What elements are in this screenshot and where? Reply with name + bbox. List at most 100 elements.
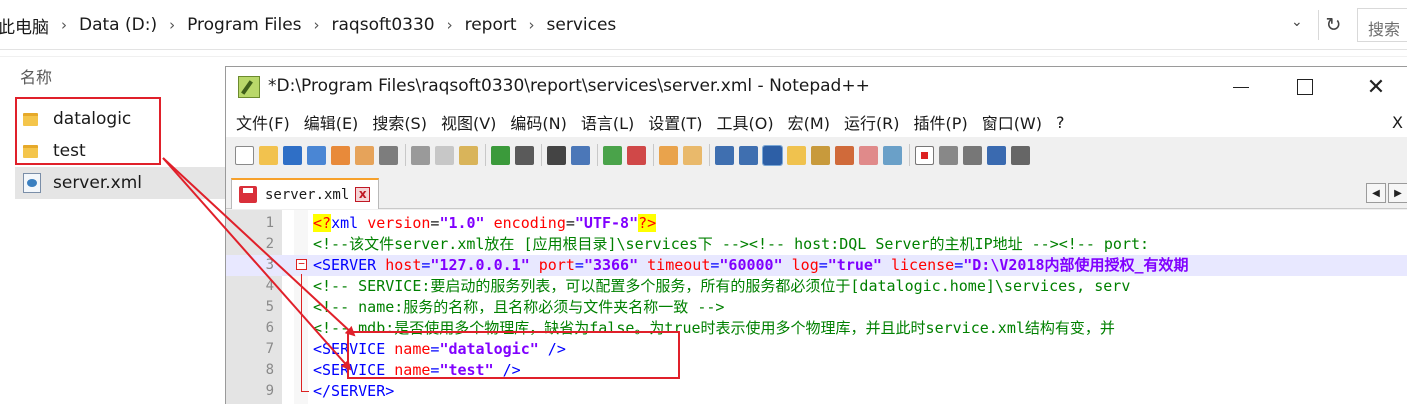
indent-guide-icon[interactable] [762, 144, 783, 166]
code-token: "3366" [583, 256, 639, 274]
menu-item[interactable]: 视图(V) [441, 110, 496, 134]
code-text: <!-- name:服务的名称，且名称必须与文件夹名称一致 --> [313, 297, 724, 318]
code-token: = [565, 214, 575, 232]
save-icon[interactable] [283, 145, 302, 165]
code-token: license [891, 256, 955, 274]
line-number: 4 [265, 278, 274, 294]
open-file-icon[interactable] [259, 145, 278, 165]
code-line[interactable]: 5 <!-- name:服务的名称，且名称必须与文件夹名称一致 --> [226, 297, 1407, 318]
menu-item[interactable]: 设置(T) [648, 110, 702, 134]
breadcrumb[interactable]: 此电脑 › Data (D:) › Program Files › raqsoft0330 ›… [0, 13, 623, 38]
fold-toggle-icon[interactable]: − [296, 258, 307, 270]
find-icon[interactable] [547, 145, 566, 165]
search-input[interactable]: 搜索 [1357, 8, 1407, 42]
record-macro-icon[interactable] [915, 145, 934, 165]
code-line[interactable]: 1 <?xml version="1.0" encoding="UTF-8"?> [226, 213, 1407, 234]
breadcrumb-separator-icon[interactable]: › [55, 16, 73, 34]
replace-icon[interactable] [571, 145, 590, 165]
print-icon[interactable] [379, 145, 398, 165]
word-wrap-icon[interactable] [715, 145, 734, 165]
undo-icon[interactable] [491, 145, 510, 165]
breadcrumb-item[interactable]: Program Files [181, 15, 307, 35]
minimize-button[interactable] [1229, 75, 1253, 99]
user-language-icon[interactable] [787, 145, 806, 165]
line-number: 8 [265, 362, 274, 378]
menu-item[interactable]: 工具(O) [717, 110, 774, 134]
zoom-out-icon[interactable] [627, 145, 646, 165]
breadcrumb-item[interactable]: services [541, 15, 623, 35]
code-line[interactable]: 2 <!--该文件server.xml放在 [应用根目录]\services下 -… [226, 234, 1407, 255]
menu-item[interactable]: 编辑(E) [304, 110, 359, 134]
tab-server-xml[interactable]: server.xml x [231, 178, 379, 209]
function-list-icon[interactable] [835, 145, 854, 165]
file-item-server-xml[interactable]: server.xml [15, 167, 225, 199]
tab-bar: server.xml x ◀ ▶ [226, 175, 1407, 209]
menu-item[interactable]: 搜索(S) [372, 110, 427, 134]
sync-vertical-icon[interactable] [659, 145, 678, 165]
copy-icon[interactable] [435, 145, 454, 165]
save-macro-icon[interactable] [1011, 145, 1030, 165]
code-text: <!-- SERVICE:要启动的服务列表，可以配置多个服务，所有的服务都必须位… [313, 276, 1130, 297]
paste-icon[interactable] [459, 145, 478, 165]
refresh-icon[interactable]: ↻ [1318, 10, 1348, 40]
address-bar[interactable]: 此电脑 › Data (D:) › Program Files › raqsoft0330 ›… [0, 0, 1407, 50]
cut-icon[interactable] [411, 145, 430, 165]
breadcrumb-separator-icon[interactable]: › [523, 16, 541, 34]
zoom-in-icon[interactable] [603, 145, 622, 165]
window-title: *D:\Program Files\raqsoft0330\report\ser… [268, 76, 870, 96]
folder-as-workspace-icon[interactable] [859, 145, 878, 165]
breadcrumb-separator-icon[interactable]: › [441, 16, 459, 34]
code-token: "60000" [719, 256, 783, 274]
doc-map-icon[interactable] [811, 145, 830, 165]
chevron-down-icon[interactable]: ⌄ [1291, 14, 1303, 30]
run-macro-multiple-icon[interactable] [987, 145, 1006, 165]
toolbar-separator [653, 144, 654, 166]
monitoring-icon[interactable] [883, 145, 902, 165]
close-button[interactable]: ✕ [1364, 75, 1388, 100]
menu-item[interactable]: 运行(R) [844, 110, 900, 134]
title-bar[interactable]: *D:\Program Files\raqsoft0330\report\ser… [226, 67, 1407, 107]
menu-bar: 文件(F) 编辑(E) 搜索(S) 视图(V) 编码(N) 语言(L) 设置(T) 工具(O)… [226, 107, 1407, 137]
code-line[interactable]: 4 <!-- SERVICE:要启动的服务列表，可以配置多个服务，所有的服务都必须… [226, 276, 1407, 297]
toolbar [226, 137, 1407, 173]
play-macro-icon[interactable] [963, 145, 982, 165]
menu-item[interactable]: 窗口(W) [982, 110, 1042, 134]
menu-item[interactable]: 语言(L) [581, 110, 634, 134]
breadcrumb-item[interactable]: report [459, 15, 523, 35]
menu-item[interactable]: 文件(F) [236, 110, 290, 134]
breadcrumb-item[interactable]: 此电脑 [0, 13, 55, 38]
tab-scroll-left-icon[interactable]: ◀ [1366, 183, 1386, 203]
menu-item[interactable]: ? [1056, 113, 1065, 132]
redo-icon[interactable] [515, 145, 534, 165]
code-text: <?xml version="1.0" encoding="UTF-8"?> [313, 213, 657, 234]
stop-macro-icon[interactable] [939, 145, 958, 165]
maximize-button[interactable] [1293, 75, 1317, 99]
line-number: 7 [265, 341, 274, 357]
breadcrumb-separator-icon[interactable]: › [163, 16, 181, 34]
new-file-icon[interactable] [235, 145, 254, 165]
sync-horizontal-icon[interactable] [683, 145, 702, 165]
close-document-button[interactable]: X [1392, 113, 1403, 132]
address-divider [0, 49, 1407, 50]
menu-item[interactable]: 宏(M) [788, 110, 830, 134]
code-line[interactable]: 3 <SERVER host="127.0.0.1" port="3366" ti… [226, 255, 1407, 276]
show-all-chars-icon[interactable] [739, 145, 758, 165]
code-line[interactable]: 9 </SERVER> [226, 381, 1407, 402]
close-all-icon[interactable] [355, 145, 374, 165]
column-header-name[interactable]: 名称 [20, 64, 52, 88]
menu-item[interactable]: 插件(P) [914, 110, 968, 134]
tab-scroll-right-icon[interactable]: ▶ [1388, 183, 1407, 203]
close-file-icon[interactable] [331, 145, 350, 165]
breadcrumb-separator-icon[interactable]: › [308, 16, 326, 34]
menu-item[interactable]: 编码(N) [510, 110, 566, 134]
tab-close-icon[interactable]: x [355, 187, 371, 202]
breadcrumb-item[interactable]: Data (D:) [73, 15, 163, 35]
code-token: timeout [647, 256, 711, 274]
toolbar-separator [597, 144, 598, 166]
code-token: "127.0.0.1" [430, 256, 530, 274]
save-all-icon[interactable] [307, 145, 326, 165]
breadcrumb-item[interactable]: raqsoft0330 [326, 15, 441, 35]
